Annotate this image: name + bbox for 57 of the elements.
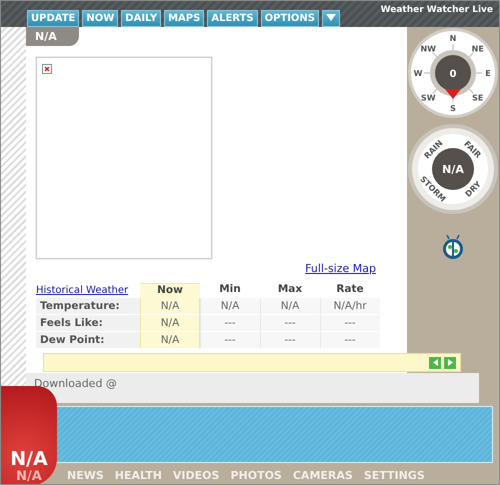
nav-tab[interactable]: OPTIONS bbox=[260, 10, 320, 27]
nav-link[interactable]: NEWS bbox=[67, 469, 104, 482]
caret-icon bbox=[326, 14, 336, 21]
ladybug-icon bbox=[442, 235, 464, 259]
table-cell: N/A bbox=[140, 315, 200, 332]
table-cell: N/A bbox=[200, 298, 260, 315]
row-label: Feels Like: bbox=[36, 315, 140, 332]
table-cell: N/A bbox=[260, 298, 320, 315]
nav-tab[interactable]: ALERTS bbox=[207, 10, 258, 27]
column-header: Min bbox=[218, 283, 242, 297]
dropdown-button[interactable] bbox=[322, 10, 340, 27]
compass-label: NW bbox=[420, 44, 436, 54]
table-cell: --- bbox=[320, 332, 380, 349]
needle-icon bbox=[445, 89, 461, 99]
table-cell: --- bbox=[320, 315, 380, 332]
next-button[interactable] bbox=[444, 356, 456, 368]
compass-label: SE bbox=[472, 94, 484, 103]
compass-label: SW bbox=[420, 94, 436, 103]
table-cell: N/A bbox=[140, 332, 200, 349]
row-label: Dew Point: bbox=[36, 332, 140, 349]
nav-link[interactable]: SETTINGS bbox=[364, 469, 425, 482]
window-title: Weather Watcher Live bbox=[380, 5, 493, 15]
location-label: N/A bbox=[26, 27, 79, 46]
left-arrow-icon bbox=[432, 359, 438, 366]
table-cell: --- bbox=[260, 315, 320, 332]
previous-button[interactable] bbox=[429, 356, 441, 368]
column-header: Rate bbox=[335, 283, 365, 297]
nav-link[interactable]: VIDEOS bbox=[172, 469, 220, 482]
map-link[interactable]: Full-size Map bbox=[305, 262, 376, 275]
nav-link[interactable]: CAMERAS bbox=[292, 469, 353, 482]
column-header: Max bbox=[276, 283, 304, 297]
table-cell: --- bbox=[200, 315, 260, 332]
nav-link[interactable]: HEALTH bbox=[114, 469, 162, 482]
table-cell: --- bbox=[200, 332, 260, 349]
right-arrow-icon bbox=[448, 359, 452, 366]
forecast-value: N/A bbox=[442, 163, 464, 176]
temperature-value: N/A bbox=[10, 449, 48, 469]
history-link[interactable]: Historical Weather bbox=[36, 285, 140, 298]
table-cell: N/A bbox=[140, 298, 200, 315]
compass-label: S bbox=[450, 104, 456, 113]
compass-label: E bbox=[485, 69, 491, 78]
temperature-secondary: N/A bbox=[16, 469, 42, 484]
nav-tab[interactable]: UPDATE bbox=[27, 10, 80, 27]
nav-link[interactable]: PHOTOS bbox=[230, 469, 282, 482]
column-header: Now bbox=[140, 283, 200, 298]
nav-tab[interactable]: MAPS bbox=[164, 10, 204, 27]
broken-image-icon bbox=[42, 64, 52, 74]
download-status: Downloaded @ bbox=[34, 377, 117, 390]
wind-speed: 0 bbox=[450, 69, 456, 80]
table-cell: --- bbox=[260, 332, 320, 349]
row-label: Temperature: bbox=[36, 298, 140, 315]
nav-tab[interactable]: NOW bbox=[82, 10, 118, 27]
nav-tab[interactable]: DAILY bbox=[121, 10, 162, 27]
compass-label: N bbox=[450, 34, 456, 43]
compass-label: W bbox=[414, 69, 422, 78]
compass-label: NE bbox=[472, 44, 484, 54]
table-cell: N/A/hr bbox=[320, 298, 380, 315]
